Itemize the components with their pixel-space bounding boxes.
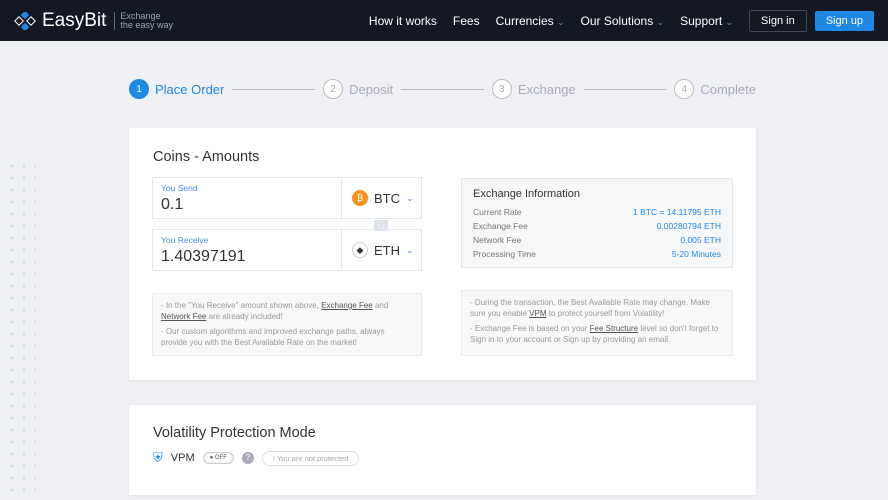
fee-structure-link[interactable]: Fee Structure: [590, 324, 638, 333]
coins-card: Coins - Amounts You Send 0.1 ₿ BTC ⌄ ↑↓ You…: [129, 128, 756, 380]
receive-currency-select[interactable]: ◆ ETH ⌄: [341, 230, 421, 270]
vpm-title: Volatility Protection Mode: [153, 425, 316, 441]
chevron-down-icon: ⌄: [656, 16, 665, 27]
nav-fees[interactable]: Fees: [453, 14, 480, 28]
ethereum-icon: ◆: [352, 242, 368, 258]
sign-in-button[interactable]: Sign in: [749, 9, 807, 32]
vpm-link[interactable]: VPM: [529, 309, 546, 318]
info-row: Exchange Fee 0.00280794 ETH: [473, 221, 721, 231]
vpm-label: VPM: [170, 452, 195, 464]
send-currency-select[interactable]: ₿ BTC ⌄: [341, 178, 421, 218]
top-nav: EasyBit Exchange the easy way How it work…: [0, 0, 888, 41]
protection-status-badge: ! You are not protected: [261, 450, 360, 466]
receive-amount-output: 1.40397191: [161, 248, 246, 265]
bitcoin-icon: ₿: [352, 190, 368, 206]
chevron-down-icon: ⌄: [556, 16, 565, 27]
chevron-down-icon: ⌄: [406, 192, 414, 203]
send-field: You Send 0.1 ₿ BTC ⌄: [152, 177, 422, 219]
vpm-notes: - During the transaction, the Best Avail…: [461, 290, 733, 356]
coins-title: Coins - Amounts: [153, 149, 260, 165]
network-fee-link[interactable]: Network Fee: [161, 312, 206, 321]
exchange-fee-link[interactable]: Exchange Fee: [321, 301, 373, 310]
help-icon[interactable]: ?: [241, 452, 254, 464]
chevron-down-icon: ⌄: [725, 16, 734, 27]
logo-icon: [14, 11, 36, 30]
send-amount-input[interactable]: 0.1: [161, 196, 333, 214]
step-deposit: 2 Deposit: [323, 79, 393, 99]
chevron-down-icon: ⌄: [406, 244, 414, 255]
logo[interactable]: EasyBit Exchange the easy way: [14, 10, 173, 32]
receive-field: You Receive 1.40397191 ◆ ETH ⌄: [152, 229, 422, 271]
brand-name: EasyBit: [42, 9, 107, 31]
exchange-information: Exchange Information Current Rate 1 BTC =…: [461, 178, 733, 268]
vpm-card: Volatility Protection Mode ⛨ VPM ● OFF ?…: [129, 405, 756, 495]
info-row: Network Fee 0.005 ETH: [473, 235, 721, 245]
info-row: Current Rate 1 BTC = 14.11795 ETH: [473, 207, 721, 217]
nav-currencies[interactable]: Currencies ⌄: [496, 14, 565, 28]
nav-how-it-works[interactable]: How it works: [369, 14, 437, 28]
vpm-toggle[interactable]: ● OFF: [202, 452, 234, 464]
fee-notes: - In the "You Receive" amount shown abov…: [152, 293, 422, 356]
nav-our-solutions[interactable]: Our Solutions ⌄: [581, 14, 665, 28]
sign-up-button[interactable]: Sign up: [814, 10, 874, 31]
decorative-dots: [6, 160, 36, 500]
shield-icon: ⛨: [153, 450, 163, 465]
nav-support[interactable]: Support ⌄: [680, 14, 733, 28]
tagline: Exchange the easy way: [114, 11, 173, 30]
step-complete: 4 Complete: [674, 79, 756, 99]
step-exchange: 3 Exchange: [491, 79, 576, 99]
info-row: Processing Time 5-20 Minutes: [473, 249, 721, 259]
step-place-order: 1 Place Order: [129, 79, 224, 99]
progress-steps: 1 Place Order 2 Deposit 3 Exchange 4 Complet…: [129, 79, 756, 99]
